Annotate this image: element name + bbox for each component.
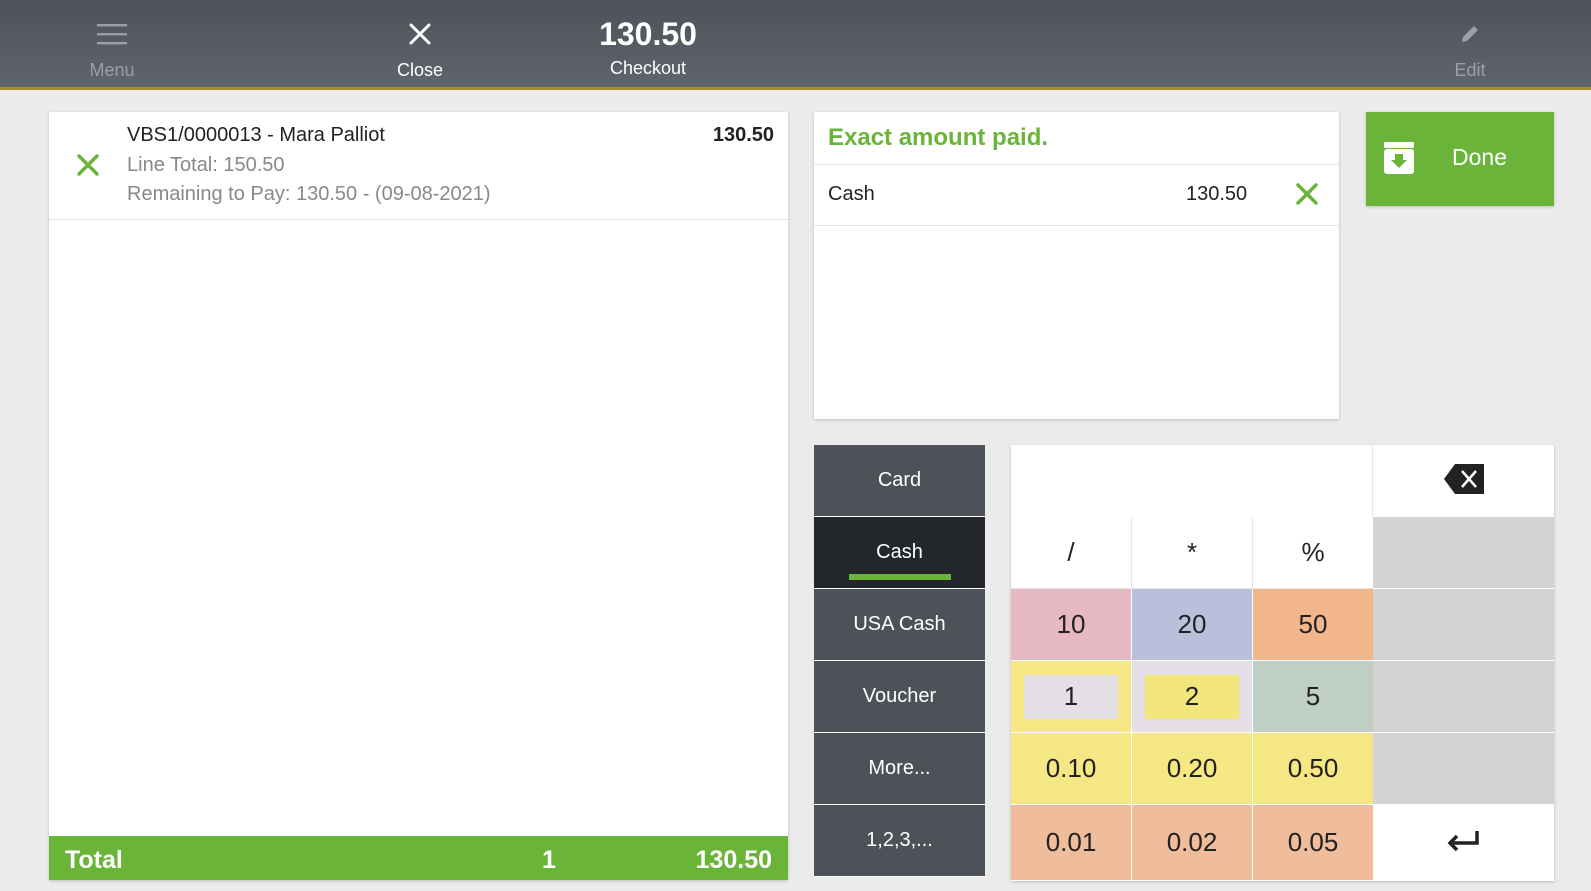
- menu-button[interactable]: Menu: [72, 0, 152, 90]
- key-label: 0.10: [1045, 753, 1097, 783]
- key-label: 0.05: [1287, 827, 1339, 857]
- key-0-50[interactable]: 0.50: [1253, 733, 1374, 805]
- method-cash[interactable]: Cash: [814, 517, 985, 589]
- checkout-amount: 130.50: [599, 16, 697, 52]
- ticket-line[interactable]: VBS1/0000013 - Mara Palliot Line Total: …: [49, 112, 788, 220]
- ticket-total-bar: Total 1 130.50: [49, 836, 788, 880]
- key-side-blank: [1373, 517, 1554, 589]
- method-label: 1,2,3,...: [866, 829, 933, 851]
- key-1[interactable]: 1: [1011, 661, 1132, 733]
- key-percent[interactable]: %: [1253, 517, 1374, 589]
- key-label: 0.02: [1166, 827, 1218, 857]
- remove-payment-icon[interactable]: [1294, 181, 1320, 207]
- key-label: 0.20: [1166, 753, 1218, 783]
- key-chip: 1: [1024, 674, 1118, 719]
- key-divide[interactable]: /: [1011, 517, 1132, 589]
- method-numeric[interactable]: 1,2,3,...: [814, 805, 985, 877]
- key-label: 2: [1184, 681, 1200, 711]
- payment-methods: Card Cash USA Cash Voucher More... 1,2,3…: [814, 445, 985, 877]
- method-usa-cash[interactable]: USA Cash: [814, 589, 985, 661]
- key-multiply[interactable]: *: [1132, 517, 1253, 589]
- key-10[interactable]: 10: [1011, 589, 1132, 661]
- backspace-button[interactable]: [1373, 445, 1554, 517]
- key-label: 20: [1177, 609, 1207, 639]
- method-voucher[interactable]: Voucher: [814, 661, 985, 733]
- key-20[interactable]: 20: [1132, 589, 1253, 661]
- method-label: More...: [868, 757, 931, 779]
- key-0-05[interactable]: 0.05: [1253, 805, 1374, 881]
- total-amount: 130.50: [695, 846, 772, 874]
- archive-download-icon: [1384, 142, 1414, 174]
- key-side-blank: [1373, 733, 1554, 805]
- payments-panel: Exact amount paid. Cash 130.50: [814, 112, 1339, 419]
- key-label: %: [1301, 537, 1325, 567]
- total-count: 1: [542, 846, 556, 874]
- checkout-summary: 130.50 Checkout: [578, 0, 718, 90]
- key-0-01[interactable]: 0.01: [1011, 805, 1132, 881]
- key-label: 1: [1063, 681, 1079, 711]
- line-title: VBS1/0000013 - Mara Palliot: [127, 124, 385, 146]
- backspace-icon: [1443, 463, 1485, 500]
- done-button[interactable]: Done: [1366, 112, 1554, 206]
- method-more[interactable]: More...: [814, 733, 985, 805]
- edit-button[interactable]: Edit: [1430, 0, 1510, 90]
- line-amount: 130.50: [712, 124, 774, 146]
- key-label: /: [1067, 537, 1075, 567]
- key-0-10[interactable]: 0.10: [1011, 733, 1132, 805]
- key-5[interactable]: 5: [1253, 661, 1374, 733]
- selected-indicator: [849, 574, 951, 580]
- close-label: Close: [396, 60, 444, 80]
- key-50[interactable]: 50: [1253, 589, 1374, 661]
- key-side-blank: [1373, 661, 1554, 733]
- key-side-blank: [1373, 589, 1554, 661]
- hamburger-icon: [96, 14, 128, 54]
- checkout-label: Checkout: [609, 58, 687, 78]
- close-button[interactable]: Close: [380, 0, 460, 90]
- method-label: USA Cash: [853, 613, 946, 635]
- key-label: 50: [1298, 609, 1328, 639]
- total-label: Total: [65, 846, 123, 874]
- enter-icon: [1447, 829, 1481, 858]
- done-label: Done: [1452, 144, 1507, 170]
- menu-label: Menu: [89, 60, 135, 80]
- payment-amount: 130.50: [1186, 183, 1248, 205]
- method-card[interactable]: Card: [814, 445, 985, 517]
- key-label: *: [1186, 537, 1198, 567]
- key-label: 10: [1056, 609, 1086, 639]
- keypad: / * % 10 20 50 1 2 5 0.10 0.20 0.50 0.01…: [1011, 445, 1554, 881]
- ticket-panel: VBS1/0000013 - Mara Palliot Line Total: …: [49, 112, 788, 880]
- enter-button[interactable]: [1373, 805, 1554, 881]
- payment-row[interactable]: Cash 130.50: [814, 164, 1339, 226]
- key-0-20[interactable]: 0.20: [1132, 733, 1253, 805]
- method-label: Card: [877, 469, 922, 491]
- top-bar: Menu Close 130.50 Checkout Edit: [0, 0, 1591, 90]
- pencil-icon: [1458, 14, 1482, 54]
- key-chip: 2: [1145, 674, 1239, 719]
- payment-status: Exact amount paid.: [828, 124, 1049, 151]
- close-icon: [408, 14, 432, 54]
- key-label: 0.50: [1287, 753, 1339, 783]
- payment-method-name: Cash: [828, 183, 875, 205]
- key-label: 0.01: [1045, 827, 1097, 857]
- edit-label: Edit: [1454, 60, 1486, 80]
- keypad-display[interactable]: [1011, 445, 1373, 517]
- remove-line-icon[interactable]: [75, 152, 101, 178]
- line-total: Line Total: 150.50: [127, 154, 285, 176]
- method-label: Cash: [876, 541, 923, 563]
- key-0-02[interactable]: 0.02: [1132, 805, 1253, 881]
- method-label: Voucher: [862, 685, 937, 707]
- key-label: 5: [1305, 681, 1321, 711]
- key-2[interactable]: 2: [1132, 661, 1253, 733]
- line-remaining: Remaining to Pay: 130.50 - (09-08-2021): [127, 183, 491, 205]
